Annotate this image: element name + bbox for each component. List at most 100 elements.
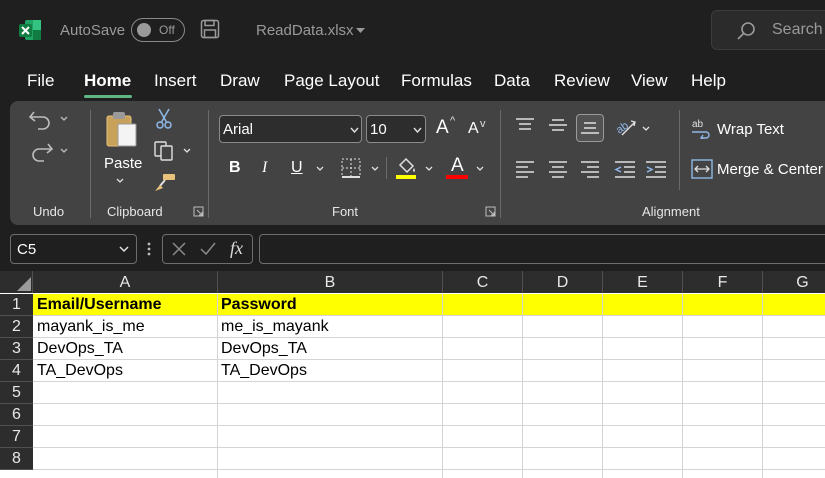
column-header-d[interactable]: D <box>523 271 603 293</box>
copy-chevron-icon[interactable] <box>183 148 191 154</box>
borders-icon[interactable] <box>341 158 361 178</box>
row-header-5[interactable]: 5 <box>0 382 33 404</box>
tab-file[interactable]: File <box>27 71 54 91</box>
undo-dropdown-chevron-icon[interactable] <box>60 116 68 122</box>
paste-icon[interactable] <box>104 110 140 150</box>
row-header-2[interactable]: 2 <box>0 316 33 338</box>
column-header-g[interactable]: G <box>763 271 825 293</box>
svg-text:ab: ab <box>692 119 704 130</box>
tab-formulas[interactable]: Formulas <box>401 71 472 91</box>
column-header-b[interactable]: B <box>218 271 443 293</box>
font-color-chevron-icon[interactable] <box>476 166 484 172</box>
row-header-7[interactable]: 7 <box>0 426 33 448</box>
chevron-down-icon[interactable] <box>356 28 365 34</box>
orientation-icon[interactable]: ab <box>614 115 638 137</box>
increase-indent-icon[interactable] <box>645 160 667 178</box>
align-middle-icon[interactable] <box>548 117 568 133</box>
select-all-corner[interactable] <box>0 271 33 293</box>
merge-center-button[interactable]: Merge & Center <box>717 161 823 178</box>
fill-color-icon[interactable] <box>396 156 418 180</box>
font-group-label: Font <box>332 204 359 219</box>
borders-chevron-icon[interactable] <box>371 166 379 172</box>
alignment-group-label: Alignment <box>642 204 700 219</box>
save-icon[interactable] <box>200 19 220 39</box>
font-dialog-launcher-icon[interactable] <box>485 206 496 217</box>
tab-view[interactable]: View <box>631 71 668 91</box>
format-painter-icon[interactable] <box>154 172 176 192</box>
column-header-e[interactable]: E <box>603 271 683 293</box>
font-name-select[interactable]: Arial <box>219 115 362 143</box>
cell-b1[interactable]: Password <box>218 294 442 316</box>
gridline <box>602 294 603 478</box>
tab-data[interactable]: Data <box>494 71 530 91</box>
row-header-6[interactable]: 6 <box>0 404 33 426</box>
toggle-knob <box>137 23 151 37</box>
cell-a2[interactable]: mayank_is_me <box>34 316 217 338</box>
wrap-text-icon[interactable]: ab <box>691 117 713 139</box>
tab-page-layout[interactable]: Page Layout <box>284 71 379 91</box>
column-header-f[interactable]: F <box>683 271 763 293</box>
tab-help[interactable]: Help <box>691 71 726 91</box>
cancel-icon[interactable] <box>171 241 187 257</box>
insert-function-button[interactable]: fx <box>230 238 243 259</box>
gridline <box>33 469 825 470</box>
row-header-3[interactable]: 3 <box>0 338 33 360</box>
font-color-button[interactable]: A <box>451 155 464 177</box>
clipboard-group-label: Clipboard <box>107 204 163 219</box>
tab-insert[interactable]: Insert <box>154 71 197 91</box>
tab-review[interactable]: Review <box>554 71 610 91</box>
gridline <box>33 403 825 404</box>
tab-home[interactable]: Home <box>84 71 131 91</box>
font-name-value: Arial <box>223 121 254 138</box>
wrap-text-button[interactable]: Wrap Text <box>717 121 784 138</box>
paste-label[interactable]: Paste <box>104 155 142 172</box>
name-box[interactable]: C5 <box>10 234 137 264</box>
decrease-font-size-button[interactable]: A <box>468 120 479 138</box>
clipboard-dialog-launcher-icon[interactable] <box>193 206 204 217</box>
cell-a1[interactable]: Email/Username <box>34 294 217 316</box>
paste-chevron-icon[interactable] <box>116 178 124 184</box>
align-bottom-icon[interactable] <box>576 114 604 142</box>
font-size-select[interactable]: 10 <box>366 115 426 143</box>
underline-chevron-icon[interactable] <box>316 166 324 172</box>
cut-icon[interactable] <box>154 108 174 130</box>
row-header-4[interactable]: 4 <box>0 360 33 382</box>
fill-color-chevron-icon[interactable] <box>425 166 433 172</box>
ribbon-separator <box>679 110 680 190</box>
cell-a3[interactable]: DevOps_TA <box>34 338 217 360</box>
ribbon-separator <box>208 110 209 218</box>
column-header-c[interactable]: C <box>443 271 523 293</box>
ribbon-separator <box>90 110 91 218</box>
column-header-a[interactable]: A <box>33 271 218 293</box>
cell-a4[interactable]: TA_DevOps <box>34 360 217 382</box>
orientation-chevron-icon[interactable] <box>642 126 650 132</box>
undo-group-label: Undo <box>33 204 65 219</box>
search-box[interactable]: Search <box>711 10 825 50</box>
gridline <box>762 294 763 478</box>
undo-icon[interactable] <box>28 108 54 130</box>
cell-b3[interactable]: DevOps_TA <box>218 338 442 360</box>
cell-b4[interactable]: TA_DevOps <box>218 360 442 382</box>
bold-button[interactable]: B <box>229 159 241 177</box>
align-left-icon[interactable] <box>515 160 535 178</box>
increase-font-size-button[interactable]: A <box>436 117 449 139</box>
italic-button[interactable]: I <box>262 159 267 177</box>
row-header-1[interactable]: 1 <box>0 294 33 316</box>
align-top-icon[interactable] <box>515 117 535 133</box>
redo-icon[interactable] <box>28 140 54 162</box>
tab-draw[interactable]: Draw <box>220 71 260 91</box>
cell-b2[interactable]: me_is_mayank <box>218 316 442 338</box>
formula-bar-grip-icon[interactable] <box>147 241 151 257</box>
underline-button[interactable]: U <box>291 159 303 177</box>
align-right-icon[interactable] <box>580 160 600 178</box>
file-name[interactable]: ReadData.xlsx <box>256 22 354 39</box>
row-header-8[interactable]: 8 <box>0 448 33 470</box>
formula-input[interactable] <box>259 234 825 264</box>
copy-icon[interactable] <box>153 140 175 162</box>
enter-check-icon[interactable] <box>199 241 217 257</box>
align-center-icon[interactable] <box>548 160 568 178</box>
merge-center-icon[interactable] <box>691 159 713 179</box>
autosave-toggle[interactable]: Off <box>131 18 185 42</box>
redo-dropdown-chevron-icon[interactable] <box>60 148 68 154</box>
decrease-indent-icon[interactable] <box>614 160 636 178</box>
